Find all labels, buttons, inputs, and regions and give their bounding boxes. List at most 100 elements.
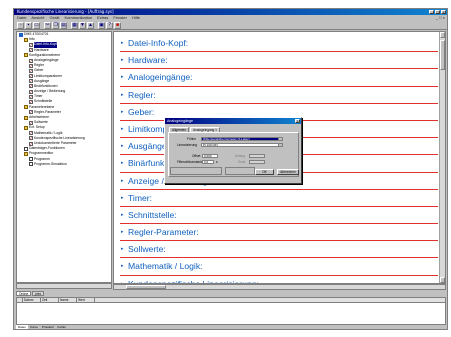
scroll-up-arrow[interactable]: [440, 32, 445, 38]
new-button[interactable]: ▫: [17, 21, 24, 29]
bullet-arrow-icon: ▸: [121, 211, 124, 218]
paste-button[interactable]: ▤: [60, 21, 67, 29]
fuehler-dropdown-arrow[interactable]: [278, 138, 282, 140]
offset-input[interactable]: 0,000: [202, 154, 218, 158]
analog-input-dialog: Analogeingänge × Allgemein Analogeingang…: [164, 117, 302, 184]
toolbar-separator: [68, 22, 70, 29]
column-header-wert[interactable]: Wert: [77, 298, 95, 302]
bullet-arrow-icon: ▸: [121, 246, 124, 253]
section-heading: Hardware:: [128, 55, 168, 66]
cut-button[interactable]: ✂: [44, 21, 51, 29]
linearisierung-select[interactable]: Pt 100 DIN: [201, 143, 283, 147]
toolbar-separator: [41, 22, 43, 29]
save-icon: ▪: [27, 21, 30, 28]
open-button[interactable]: ▭: [33, 21, 40, 29]
tab-plex[interactable]: plex: [32, 291, 45, 296]
column-header-name[interactable]: Name: [59, 298, 77, 302]
dialog-close-button[interactable]: ×: [295, 119, 300, 123]
window-controls: _ □ ×: [429, 10, 446, 14]
edit-page-icon: [29, 100, 33, 105]
tree-horizontal-scrollbar[interactable]: [16, 283, 112, 289]
section-heading: Datei-Info-Kopf:: [128, 38, 189, 48]
sheet-tab-kurve[interactable]: Kurve: [28, 325, 40, 329]
maximize-button[interactable]: □: [435, 10, 440, 14]
cut-icon: ✂: [45, 21, 50, 28]
group-box-left: [170, 167, 222, 175]
linearisierung-dropdown-arrow[interactable]: [278, 144, 282, 146]
bullet-arrow-icon: ▸: [121, 57, 124, 64]
column-header-zeit[interactable]: Zeit: [41, 298, 59, 302]
download-button[interactable]: ▼: [79, 21, 86, 29]
copy-button[interactable]: ❐: [52, 21, 59, 29]
section-heading: Analogeingänge:: [128, 72, 193, 83]
print-icon: ▦: [72, 21, 77, 28]
column-header-datum[interactable]: Datum: [23, 298, 41, 302]
group-box-right: [225, 167, 255, 175]
section-row[interactable]: ▸ Datei-Info-Kopf:: [120, 35, 438, 53]
ende-input[interactable]: [249, 160, 265, 164]
monitor-button[interactable]: ▣: [98, 21, 105, 29]
lower-panel-tabs: Online plex: [16, 291, 45, 296]
minimize-button[interactable]: _: [429, 10, 434, 14]
sheet-tab-fehler[interactable]: Fehler: [56, 325, 69, 329]
upload-icon: ▲: [88, 21, 93, 28]
upload-button[interactable]: ▲: [87, 21, 94, 29]
filter-input[interactable]: 0,6: [202, 160, 214, 164]
monitor-icon: ▣: [99, 21, 104, 28]
folder-icon: [24, 115, 28, 120]
document-icon: [24, 146, 28, 151]
section-row[interactable]: ▸ Regler:: [120, 87, 438, 104]
save-button[interactable]: ▪: [25, 21, 32, 29]
tree-list: DMS 4700/4701 Info Datei-Info-Kopf Hardware…: [17, 32, 111, 167]
section-heading: Schnittstelle:: [128, 209, 177, 220]
section-row[interactable]: ▸ Analogeingänge:: [120, 69, 438, 87]
edit-page-icon: [29, 131, 33, 136]
scroll-thumb[interactable]: [440, 40, 445, 70]
document-vertical-scrollbar[interactable]: [439, 32, 445, 283]
sheet-tab-daten[interactable]: Daten: [16, 325, 29, 329]
section-row[interactable]: ▸ Regler-Parameter:: [120, 224, 438, 242]
section-row[interactable]: ▸ Schnittstelle:: [120, 207, 438, 225]
document-horizontal-scrollbar[interactable]: [113, 284, 446, 290]
anfang-input[interactable]: [249, 154, 265, 158]
bullet-arrow-icon: ▸: [121, 229, 124, 236]
dialog-title-bar: Analogeingänge ×: [165, 118, 301, 124]
tab-online[interactable]: Online: [16, 291, 32, 296]
edit-page-icon: [29, 84, 33, 89]
edit-page-icon: [29, 94, 33, 99]
folder-icon: [24, 37, 28, 42]
section-heading: Regler-Parameter:: [128, 227, 199, 238]
sheet-tab-protokoll[interactable]: Protokoll: [40, 325, 56, 329]
filter-unit: s: [216, 160, 218, 164]
help-button[interactable]: ?: [106, 21, 113, 29]
lower-panel: Online plex Datum Zeit Name Wert Daten K…: [16, 291, 446, 329]
offset-label: Offset: [192, 154, 201, 158]
section-row[interactable]: ▸ Hardware:: [120, 52, 438, 70]
bullet-arrow-icon: ▸: [121, 74, 124, 81]
linearisierung-value: Pt 100 DIN: [203, 143, 218, 147]
section-row[interactable]: ▸ Kundenspezifische Linearisierung:: [120, 276, 438, 283]
bullet-arrow-icon: ▸: [121, 194, 124, 201]
section-row[interactable]: ▸ Sollwerte:: [120, 241, 438, 259]
section-row[interactable]: ▸ Timer:: [120, 190, 438, 207]
tree-item[interactable]: Programm-Simulation: [17, 162, 111, 167]
edit-page-icon: [29, 58, 33, 63]
bullet-arrow-icon: ▸: [121, 91, 124, 98]
print-button[interactable]: ▦: [71, 21, 78, 29]
fuehler-select[interactable]: Widerstandsthermometer (2-Leiter): [201, 137, 283, 141]
data-grid: Datum Zeit Name Wert: [16, 297, 446, 325]
open-icon: ▭: [34, 21, 39, 28]
window-title: Kundenspezifische Linearisierung - [Auft…: [17, 9, 114, 14]
horizontal-scroll-thumb[interactable]: [126, 285, 166, 289]
fuehler-label: Fühler: [187, 137, 197, 141]
section-row[interactable]: ▸ Mathematik / Logik:: [120, 258, 438, 276]
section-heading: Geber:: [128, 106, 155, 117]
cancel-button[interactable]: Abbrechen: [277, 169, 299, 175]
stop-button[interactable]: ■: [114, 21, 121, 29]
close-button[interactable]: ×: [441, 10, 446, 14]
ok-button[interactable]: OK: [255, 169, 274, 175]
bullet-arrow-icon: ▸: [121, 263, 124, 270]
offset-value: 0,000: [204, 154, 212, 158]
bullet-arrow-icon: ▸: [121, 40, 124, 46]
scroll-down-arrow[interactable]: [440, 277, 445, 283]
